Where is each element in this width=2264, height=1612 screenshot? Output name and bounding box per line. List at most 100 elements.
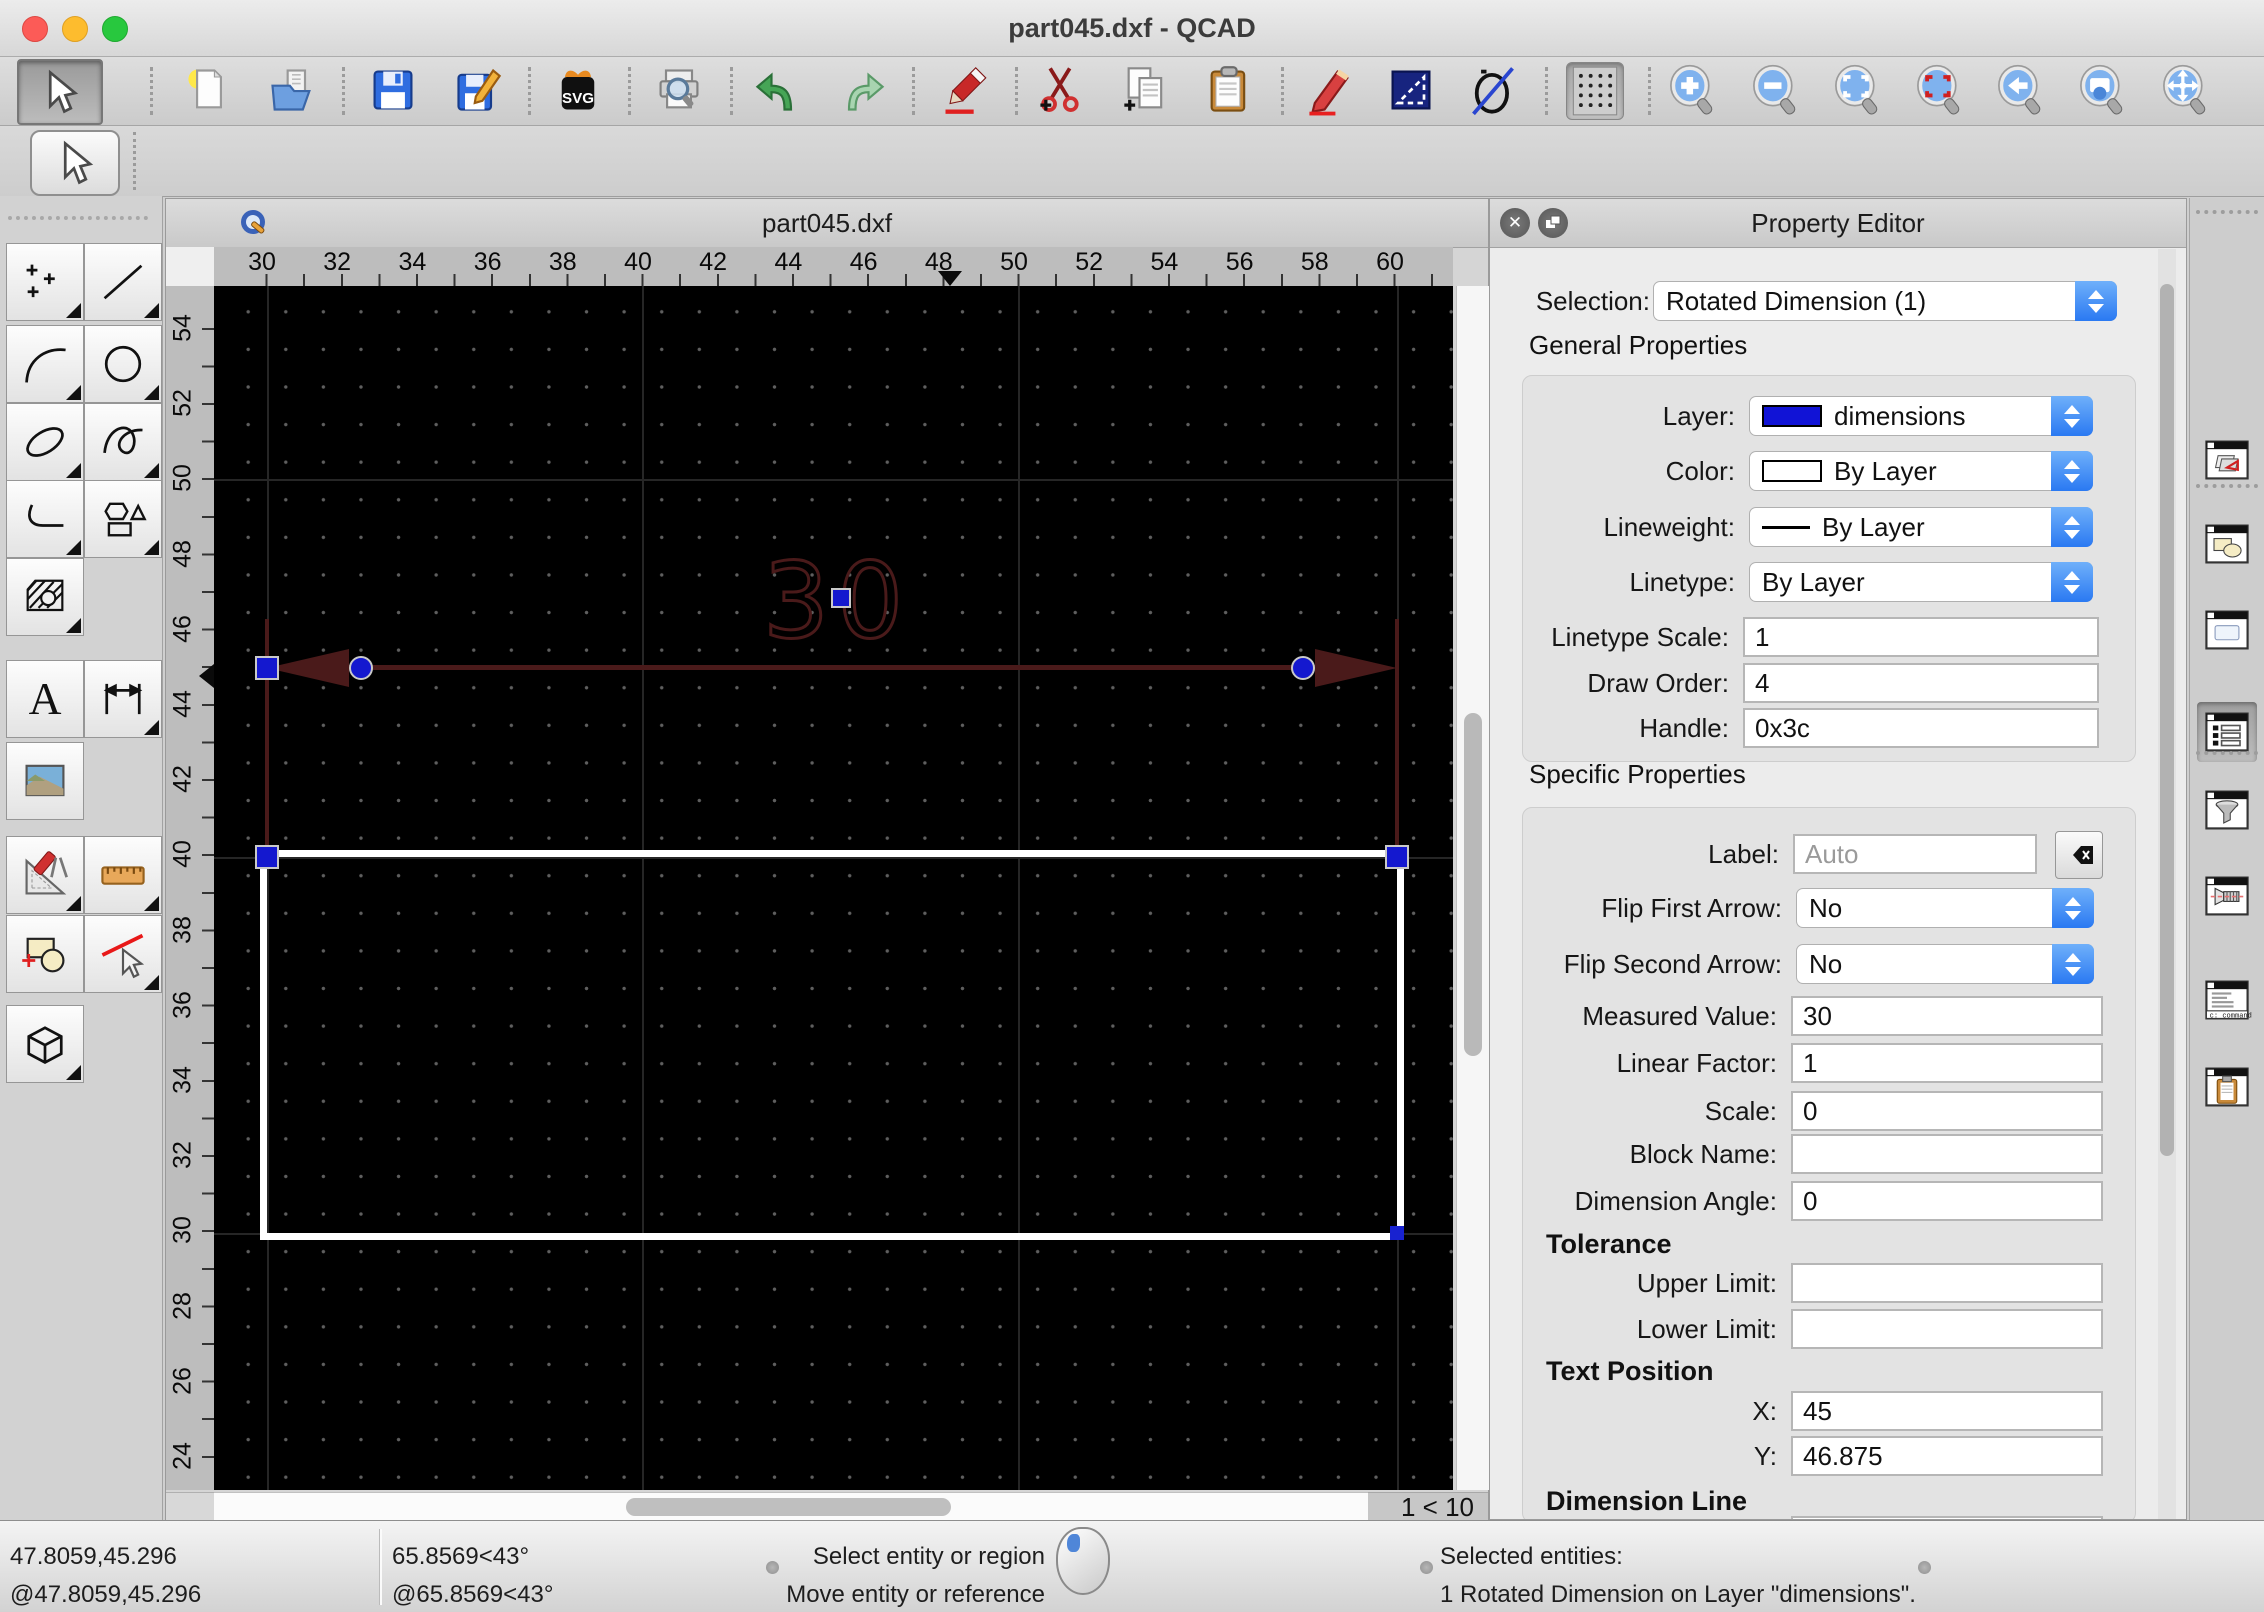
- grip-origin-right[interactable]: [1385, 845, 1409, 869]
- stepper-icon[interactable]: [2051, 562, 2093, 602]
- drawing-canvas[interactable]: 30: [214, 286, 1453, 1490]
- palette-drag-handle[interactable]: [8, 216, 148, 224]
- dimension-tools[interactable]: [84, 660, 162, 738]
- dimension-angle--field[interactable]: [1791, 1181, 2103, 1221]
- copy-button[interactable]: [1118, 62, 1174, 118]
- auto-zoom-button[interactable]: [1829, 62, 1885, 118]
- measured-value--field[interactable]: [1791, 996, 2103, 1036]
- command-line-panel-button[interactable]: c: command: [2197, 970, 2257, 1030]
- grip-text-position[interactable]: [831, 588, 851, 608]
- view-list-panel-button[interactable]: [2197, 600, 2257, 660]
- spline-tools[interactable]: [84, 403, 162, 481]
- print-preview-button[interactable]: [651, 62, 707, 118]
- stepper-icon[interactable]: [2052, 888, 2094, 928]
- new-drawing-button[interactable]: [181, 62, 237, 118]
- polyline-tools[interactable]: [6, 480, 84, 558]
- redo-button[interactable]: [834, 62, 890, 118]
- stepper-icon[interactable]: [2051, 396, 2093, 436]
- save-as-button[interactable]: [450, 62, 506, 118]
- selection-filter-panel-button[interactable]: [2197, 780, 2257, 840]
- save-button[interactable]: [365, 62, 421, 118]
- layer--dropdown[interactable]: dimensions: [1749, 396, 2093, 436]
- lower-limit--field[interactable]: [1791, 1309, 2103, 1349]
- paste-button[interactable]: [1201, 62, 1257, 118]
- layer-list-panel-button[interactable]: [2197, 430, 2257, 490]
- point-tools[interactable]: [6, 243, 84, 321]
- modify-tools[interactable]: [6, 836, 84, 914]
- drawing-window-titlebar[interactable]: part045.dxf: [166, 199, 1488, 248]
- attribute-tools[interactable]: [84, 915, 162, 993]
- solid-tools[interactable]: [6, 1005, 84, 1083]
- flip-second-arrow--dropdown[interactable]: No: [1796, 944, 2094, 984]
- delete-button[interactable]: [937, 62, 993, 118]
- draw-order--field[interactable]: [1743, 663, 2099, 703]
- stepper-icon[interactable]: [2051, 507, 2093, 547]
- text-tool[interactable]: A: [6, 660, 84, 738]
- y--field[interactable]: [1791, 1436, 2103, 1476]
- edit-pencil-button[interactable]: [1302, 62, 1358, 118]
- handle--field[interactable]: [1743, 708, 2099, 748]
- line-tools[interactable]: [84, 243, 162, 321]
- property-editor-titlebar[interactable]: Property Editor: [1490, 199, 2186, 248]
- block-list-panel-button[interactable]: [2197, 514, 2257, 574]
- ellipse-tools[interactable]: [6, 403, 84, 481]
- zoom-window-button[interactable]: [2074, 62, 2130, 118]
- dock-drag-handle[interactable]: [2196, 210, 2258, 218]
- selection-box-button[interactable]: [1383, 62, 1439, 118]
- svg-export-button[interactable]: SVG: [550, 62, 606, 118]
- linetype-scale--field[interactable]: [1743, 617, 2099, 657]
- panel-scrollbar-thumb[interactable]: [2160, 284, 2174, 1156]
- measure-tools[interactable]: [84, 836, 162, 914]
- library-browser-panel-button[interactable]: [2197, 866, 2257, 926]
- vertical-scrollbar[interactable]: [1456, 286, 1489, 1490]
- grip-origin-left[interactable]: [255, 845, 279, 869]
- grip-dimline-right[interactable]: [1291, 656, 1315, 680]
- zoom-selection-button[interactable]: [1911, 62, 1967, 118]
- clipboard-panel-button[interactable]: [2197, 1057, 2257, 1117]
- statusbar-splitter-dot[interactable]: [1420, 1561, 1433, 1574]
- cut-button[interactable]: [1033, 62, 1089, 118]
- block-name--field[interactable]: [1791, 1134, 2103, 1174]
- linetype--dropdown[interactable]: By Layer: [1749, 562, 2093, 602]
- vertical-scrollbar-thumb[interactable]: [1464, 713, 1482, 1056]
- stepper-icon[interactable]: [2075, 281, 2117, 321]
- hatch-tools[interactable]: [6, 558, 84, 636]
- scale--field[interactable]: [1791, 1091, 2103, 1131]
- color--dropdown[interactable]: By Layer: [1749, 451, 2093, 491]
- selection-tool-button[interactable]: [30, 130, 120, 196]
- close-panel-icon[interactable]: ✕: [1500, 208, 1530, 238]
- stepper-icon[interactable]: [2051, 451, 2093, 491]
- dimension-line[interactable]: [349, 665, 1315, 670]
- selection-dropdown[interactable]: Rotated Dimension (1): [1653, 281, 2117, 321]
- grip-dimline-left[interactable]: [349, 656, 373, 680]
- flip-first-arrow--dropdown[interactable]: No: [1796, 888, 2094, 928]
- horizontal-scrollbar[interactable]: [214, 1492, 1368, 1521]
- upper-limit--field[interactable]: [1791, 1263, 2103, 1303]
- lineweight--dropdown[interactable]: By Layer: [1749, 507, 2093, 547]
- x--field[interactable]: [1791, 1391, 2103, 1431]
- block-tools[interactable]: [6, 915, 84, 993]
- statusbar-splitter-dot[interactable]: [1918, 1561, 1931, 1574]
- image-tool[interactable]: [6, 742, 84, 820]
- previous-view-button[interactable]: [1992, 62, 2048, 118]
- stepper-icon[interactable]: [2052, 944, 2094, 984]
- zoom-out-button[interactable]: [1747, 62, 1803, 118]
- panel-scrollbar[interactable]: [2158, 249, 2176, 1519]
- pan-button[interactable]: [2157, 62, 2213, 118]
- label--field[interactable]: [1793, 834, 2037, 874]
- grid-toggle-button[interactable]: [1566, 62, 1624, 120]
- rectangle-entity[interactable]: [260, 850, 1404, 1240]
- undo-button[interactable]: [750, 62, 806, 118]
- linear-factor--field[interactable]: [1791, 1043, 2103, 1083]
- grip-extension-left[interactable]: [255, 656, 279, 680]
- zoom-in-button[interactable]: [1664, 62, 1720, 118]
- open-drawing-button[interactable]: [264, 62, 320, 118]
- shape-tools[interactable]: [84, 480, 162, 558]
- circle-tools[interactable]: [84, 325, 162, 403]
- detach-panel-icon[interactable]: [1538, 208, 1568, 238]
- no-fill-button[interactable]: [1465, 62, 1521, 118]
- rectangle-corner-marker[interactable]: [1390, 1226, 1404, 1240]
- arc-tools[interactable]: [6, 325, 84, 403]
- clear-label-button[interactable]: [2055, 831, 2103, 879]
- selection-pointer-button[interactable]: [17, 59, 103, 125]
